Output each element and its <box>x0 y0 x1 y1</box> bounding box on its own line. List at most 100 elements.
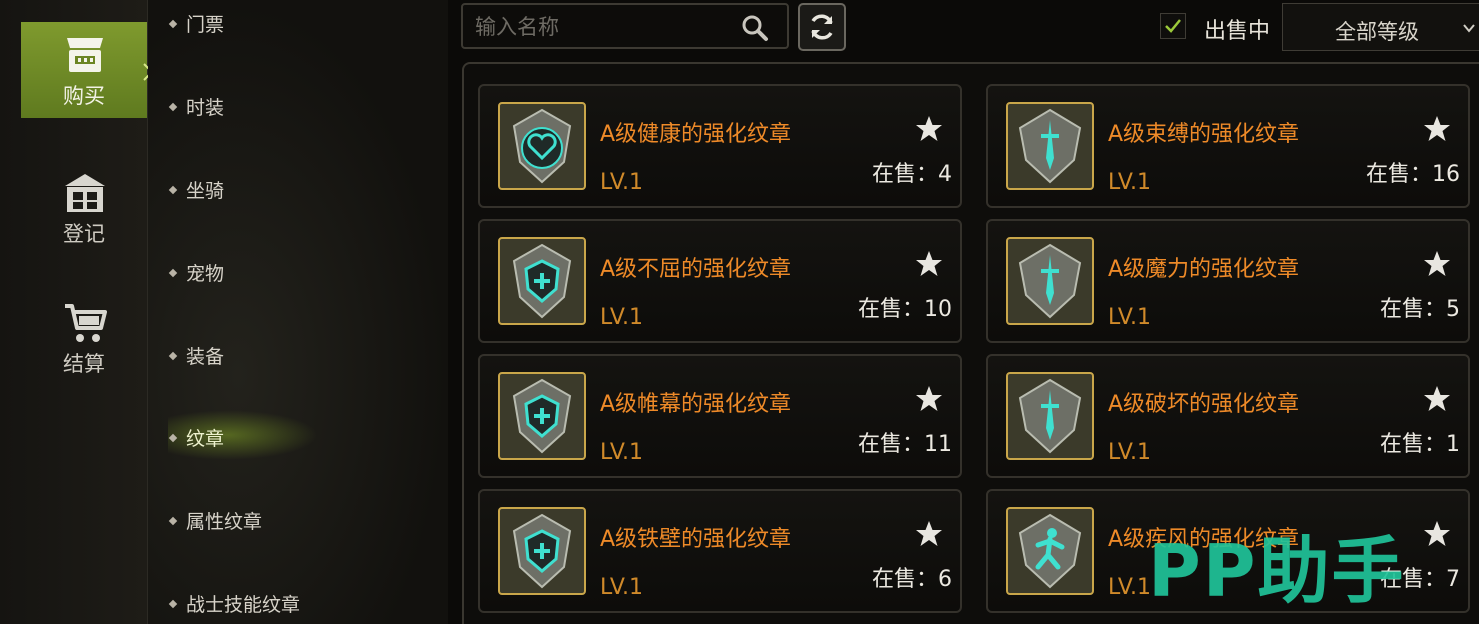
item-level: LV.1 <box>600 440 644 465</box>
sword-emblem-icon <box>1018 108 1082 184</box>
item-stock: 在售：10 <box>858 297 952 322</box>
favorite-star-icon[interactable] <box>914 519 944 549</box>
item-thumbnail <box>1006 507 1094 595</box>
category-item[interactable]: 门票 <box>168 10 225 37</box>
shield-emblem-icon <box>512 243 572 319</box>
favorite-star-icon[interactable] <box>914 384 944 414</box>
category-item-selected[interactable]: 纹章 <box>168 424 225 451</box>
item-level: LV.1 <box>1108 440 1152 465</box>
item-card[interactable]: A级魔力的强化纹章 LV.1 在售：5 <box>986 219 1470 343</box>
search-input[interactable] <box>475 13 735 41</box>
category-label: 装备 <box>186 346 225 368</box>
category-label: 时装 <box>186 97 225 119</box>
runner-emblem-icon <box>1018 513 1082 589</box>
item-card[interactable]: A级束缚的强化纹章 LV.1 在售：16 <box>986 84 1470 208</box>
category-label: 属性纹章 <box>186 511 263 533</box>
item-level: LV.1 <box>600 575 644 600</box>
category-label: 纹章 <box>186 428 225 450</box>
nav-checkout-button[interactable]: 结算 <box>21 290 147 386</box>
item-thumbnail <box>498 237 586 325</box>
search-box <box>461 3 789 49</box>
on-sale-label: 出售中 <box>1204 19 1271 44</box>
store-icon <box>67 38 103 72</box>
item-name: A级束缚的强化纹章 <box>1108 122 1300 147</box>
bullet-icon <box>168 599 178 608</box>
item-level: LV.1 <box>600 305 644 330</box>
grade-select[interactable]: 全部等级 <box>1282 3 1479 51</box>
item-card[interactable]: A级健康的强化纹章 LV.1 在售：4 <box>478 84 962 208</box>
category-label: 战士技能纹章 <box>186 594 301 616</box>
item-stock: 在售：6 <box>872 567 952 592</box>
item-thumbnail <box>498 372 586 460</box>
nav-register-button[interactable]: 登记 <box>21 160 147 256</box>
item-name: A级铁壁的强化纹章 <box>600 527 792 552</box>
sword-emblem-icon <box>1018 378 1082 454</box>
category-list: 门票 时装 坐骑 宠物 装备 纹章 属性纹章 战士技能纹章 <box>148 0 448 624</box>
watermark: PP助手 <box>1148 529 1406 613</box>
cart-icon <box>65 304 107 342</box>
chevron-down-icon <box>1463 24 1475 33</box>
refresh-icon <box>811 14 833 40</box>
sword-emblem-icon <box>1018 243 1082 319</box>
bullet-icon <box>168 268 178 277</box>
bullet-icon <box>168 19 178 28</box>
category-label: 宠物 <box>186 263 225 285</box>
favorite-star-icon[interactable] <box>914 114 944 144</box>
item-name: A级破坏的强化纹章 <box>1108 392 1300 417</box>
shield-emblem-icon <box>512 513 572 589</box>
bullet-icon <box>168 433 178 442</box>
heart-emblem-icon <box>512 108 572 184</box>
favorite-star-icon[interactable] <box>1422 249 1452 279</box>
bullet-icon <box>168 516 178 525</box>
search-icon[interactable] <box>741 14 769 42</box>
register-icon <box>65 174 105 212</box>
item-card[interactable]: A级破坏的强化纹章 LV.1 在售：1 <box>986 354 1470 478</box>
item-card[interactable]: A级不屈的强化纹章 LV.1 在售：10 <box>478 219 962 343</box>
nav-buy-label: 购买 <box>63 84 105 108</box>
category-item[interactable]: 坐骑 <box>168 176 225 203</box>
item-name: A级健康的强化纹章 <box>600 122 792 147</box>
nav-buy-button[interactable]: 购买 <box>21 22 147 118</box>
nav-checkout-label: 结算 <box>63 352 105 376</box>
category-label: 门票 <box>186 14 225 36</box>
item-card[interactable]: A级铁壁的强化纹章 LV.1 在售：6 <box>478 489 962 613</box>
item-name: A级不屈的强化纹章 <box>600 257 792 282</box>
bullet-icon <box>168 351 178 360</box>
item-stock: 在售：16 <box>1366 162 1460 187</box>
favorite-star-icon[interactable] <box>1422 114 1452 144</box>
item-thumbnail <box>498 102 586 190</box>
favorite-star-icon[interactable] <box>1422 519 1452 549</box>
grade-select-value: 全部等级 <box>1335 20 1419 44</box>
item-stock: 在售：5 <box>1380 297 1460 322</box>
item-stock: 在售：4 <box>872 162 952 187</box>
item-level: LV.1 <box>1108 170 1152 195</box>
item-thumbnail <box>498 507 586 595</box>
category-item[interactable]: 宠物 <box>168 259 225 286</box>
item-level: LV.1 <box>600 170 644 195</box>
checkmark-icon <box>1165 19 1181 33</box>
category-item[interactable]: 时装 <box>168 93 225 120</box>
category-item[interactable]: 装备 <box>168 342 225 369</box>
left-nav: 购买 登记 结算 <box>0 0 154 624</box>
shield-emblem-icon <box>512 378 572 454</box>
on-sale-checkbox[interactable] <box>1160 13 1186 39</box>
bullet-icon <box>168 185 178 194</box>
refresh-button[interactable] <box>798 3 846 51</box>
item-name: A级帷幕的强化纹章 <box>600 392 792 417</box>
item-level: LV.1 <box>1108 305 1152 330</box>
favorite-star-icon[interactable] <box>1422 384 1452 414</box>
category-item[interactable]: 战士技能纹章 <box>168 590 301 617</box>
item-card[interactable]: A级帷幕的强化纹章 LV.1 在售：11 <box>478 354 962 478</box>
item-stock: 在售：11 <box>858 432 952 457</box>
item-name: A级魔力的强化纹章 <box>1108 257 1300 282</box>
favorite-star-icon[interactable] <box>914 249 944 279</box>
category-label: 坐骑 <box>186 180 225 202</box>
item-level: LV.1 <box>1108 575 1152 600</box>
item-stock: 在售：1 <box>1380 432 1460 457</box>
nav-register-label: 登记 <box>63 222 105 246</box>
item-thumbnail <box>1006 102 1094 190</box>
bullet-icon <box>168 102 178 111</box>
item-thumbnail <box>1006 372 1094 460</box>
category-item[interactable]: 属性纹章 <box>168 507 263 534</box>
item-thumbnail <box>1006 237 1094 325</box>
